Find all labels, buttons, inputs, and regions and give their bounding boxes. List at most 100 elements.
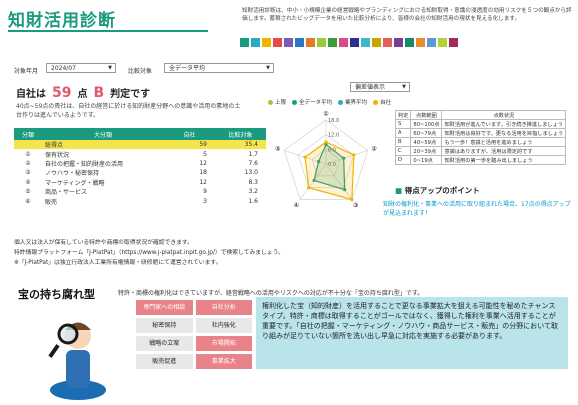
color-swatch — [427, 38, 436, 47]
table-cell: 40~59点 — [410, 137, 443, 147]
radar-point — [307, 186, 311, 190]
tips-heading: ■ 得点アップのポイント — [395, 185, 480, 196]
table-cell: ⑥ — [25, 197, 31, 205]
table-cell: 60~79点 — [410, 128, 443, 138]
col-header: 点数状況 — [441, 110, 567, 120]
radar-chart: ①②③④⑤0.06.012.018.0 — [275, 110, 377, 209]
table-row: 総得点 59 35.4 — [14, 140, 266, 150]
table-cell: C — [394, 146, 412, 156]
legend-swatch — [292, 100, 298, 105]
table-cell: 3.2 — [248, 188, 258, 196]
table-cell: 1.7 — [248, 150, 258, 158]
radar-point — [352, 153, 356, 157]
table-cell: 1.6 — [248, 197, 258, 205]
table-row: B 40~59点 もう一歩！意識と活用を進めましょう — [394, 137, 567, 147]
table-cell — [14, 140, 42, 150]
color-swatch — [350, 38, 359, 47]
legend-item: 自社 — [373, 98, 391, 106]
display-value: 偏差値表示 — [355, 84, 386, 91]
keyword-chip: 秘密保持 — [136, 318, 193, 333]
color-swatch — [328, 38, 337, 47]
compare-select[interactable]: 全データ平均 ▼ — [164, 63, 274, 73]
table-cell: 販売 — [45, 198, 58, 206]
legend-label: 全データ平均 — [299, 100, 333, 106]
type-note: 特許・商標の権利化はできていますが、経営戦略への活用やリスクへの対応が不十分な「… — [118, 290, 424, 297]
table-cell: 8.3 — [248, 178, 258, 186]
page-title: 知財活用診断 — [8, 11, 116, 31]
table-cell: ① — [25, 150, 31, 158]
col-header: 大分類 — [42, 128, 164, 140]
chevron-down-icon: ▼ — [402, 84, 406, 90]
keyword-grid: 専門家への相談 自社分析 秘密保持 社内強化 戦略の立案 市場開拓 販売促進 事業拡大 — [136, 300, 252, 369]
table-cell: ⑤ — [25, 188, 31, 196]
col-header: 分類 — [14, 128, 42, 140]
table-cell: 知財活用が進んでいます。引き続き推進しましょう — [441, 119, 567, 129]
color-swatch — [361, 38, 370, 47]
radar-axis-label: ⑤ — [275, 145, 280, 152]
title-underline — [8, 30, 208, 32]
col-header: 判定 — [394, 110, 412, 120]
score-summary: 自社は 59 点 B 判定です — [16, 85, 150, 101]
table-cell: 0~19点 — [410, 155, 443, 165]
keyword-chip: 自社分析 — [195, 300, 252, 315]
grade-table: 判定 点数範囲 点数状況 S 80~100点 知財活用が進んでいます。引き続き推進し… — [394, 110, 567, 165]
table-cell: 12 — [199, 178, 207, 186]
color-swatches — [240, 38, 458, 47]
table-cell: B — [394, 137, 412, 147]
color-swatch — [306, 38, 315, 47]
table-cell: 7.6 — [248, 159, 258, 167]
period-select[interactable]: 2024/07 ▼ — [46, 63, 116, 73]
radar-tick-label: 12.0 — [328, 133, 339, 139]
score-prefix: 自社は — [16, 89, 46, 100]
legend-label: 自社 — [380, 100, 392, 106]
magnifier-person-icon — [48, 322, 106, 400]
table-cell: 80~100点 — [410, 119, 443, 129]
table-row: ⑥ 販売 3 1.6 — [14, 196, 266, 206]
color-swatch — [372, 38, 381, 47]
legend-swatch — [338, 100, 344, 105]
color-swatch — [262, 38, 271, 47]
color-swatch — [273, 38, 282, 47]
score-value: 59 — [52, 85, 72, 101]
color-swatch — [394, 38, 403, 47]
table-cell: ノウハウ・秘密保持 — [45, 170, 100, 178]
star-icon: ■ — [395, 186, 405, 195]
table-cell: 商品・サービス — [45, 189, 88, 197]
keyword-chip: 市場開拓 — [195, 336, 252, 351]
legend-item: 全データ平均 — [292, 98, 332, 106]
source-line: 個人又は法人が保有している特許や商標の取得状況が確認できます。 — [14, 240, 193, 246]
radar-tick-label: 18.0 — [328, 118, 339, 124]
table-cell: 保有状況 — [45, 151, 70, 159]
col-header: 点数範囲 — [410, 110, 443, 120]
table-cell: A — [394, 128, 412, 138]
color-swatch — [416, 38, 425, 47]
period-value: 2024/07 — [51, 65, 76, 72]
radar-axis-label: ④ — [294, 202, 299, 209]
table-cell: D — [394, 155, 412, 165]
table-row: ⑤ 商品・サービス 9 3.2 — [14, 187, 266, 196]
legend-item: 業界平均 — [338, 98, 367, 106]
table-cell: 意識はありますが、活用は限定的です — [441, 146, 567, 156]
table-row: D 0~19点 知財活用の第一歩を踏み出しましょう — [394, 155, 567, 165]
table-cell: 18 — [199, 169, 207, 177]
table-cell: 13.0 — [244, 169, 258, 177]
table-cell: S — [394, 119, 412, 129]
radar-point — [350, 197, 354, 202]
display-select[interactable]: 偏差値表示 ▼ — [350, 82, 410, 92]
category-table: 分類 大分類 自社 比較対象 総得点 59 35.4 ① 保有状況 5 1.7 ② 自社の把握・… — [14, 128, 266, 206]
table-cell: ② — [25, 159, 31, 167]
color-swatch — [449, 38, 458, 47]
radar-axis-label: ③ — [353, 202, 358, 209]
col-header: 比較対象 — [215, 128, 266, 140]
radar-axis-label: ① — [323, 110, 328, 117]
chevron-down-icon: ▼ — [108, 65, 112, 71]
table-row: ③ ノウハウ・秘密保持 18 13.0 — [14, 168, 266, 177]
color-swatch — [295, 38, 304, 47]
table-cell: もう一歩！意識と活用を進めましょう — [441, 137, 567, 147]
table-cell: 5 — [203, 150, 207, 158]
tips-text: 知財の権利化・事業への活用に取り組まれた場合、17点の得点アップが見込まれます！ — [383, 201, 571, 217]
table-cell: ④ — [25, 178, 31, 186]
color-swatch — [317, 38, 326, 47]
table-cell: 12 — [199, 159, 207, 167]
table-cell: ③ — [25, 169, 31, 177]
